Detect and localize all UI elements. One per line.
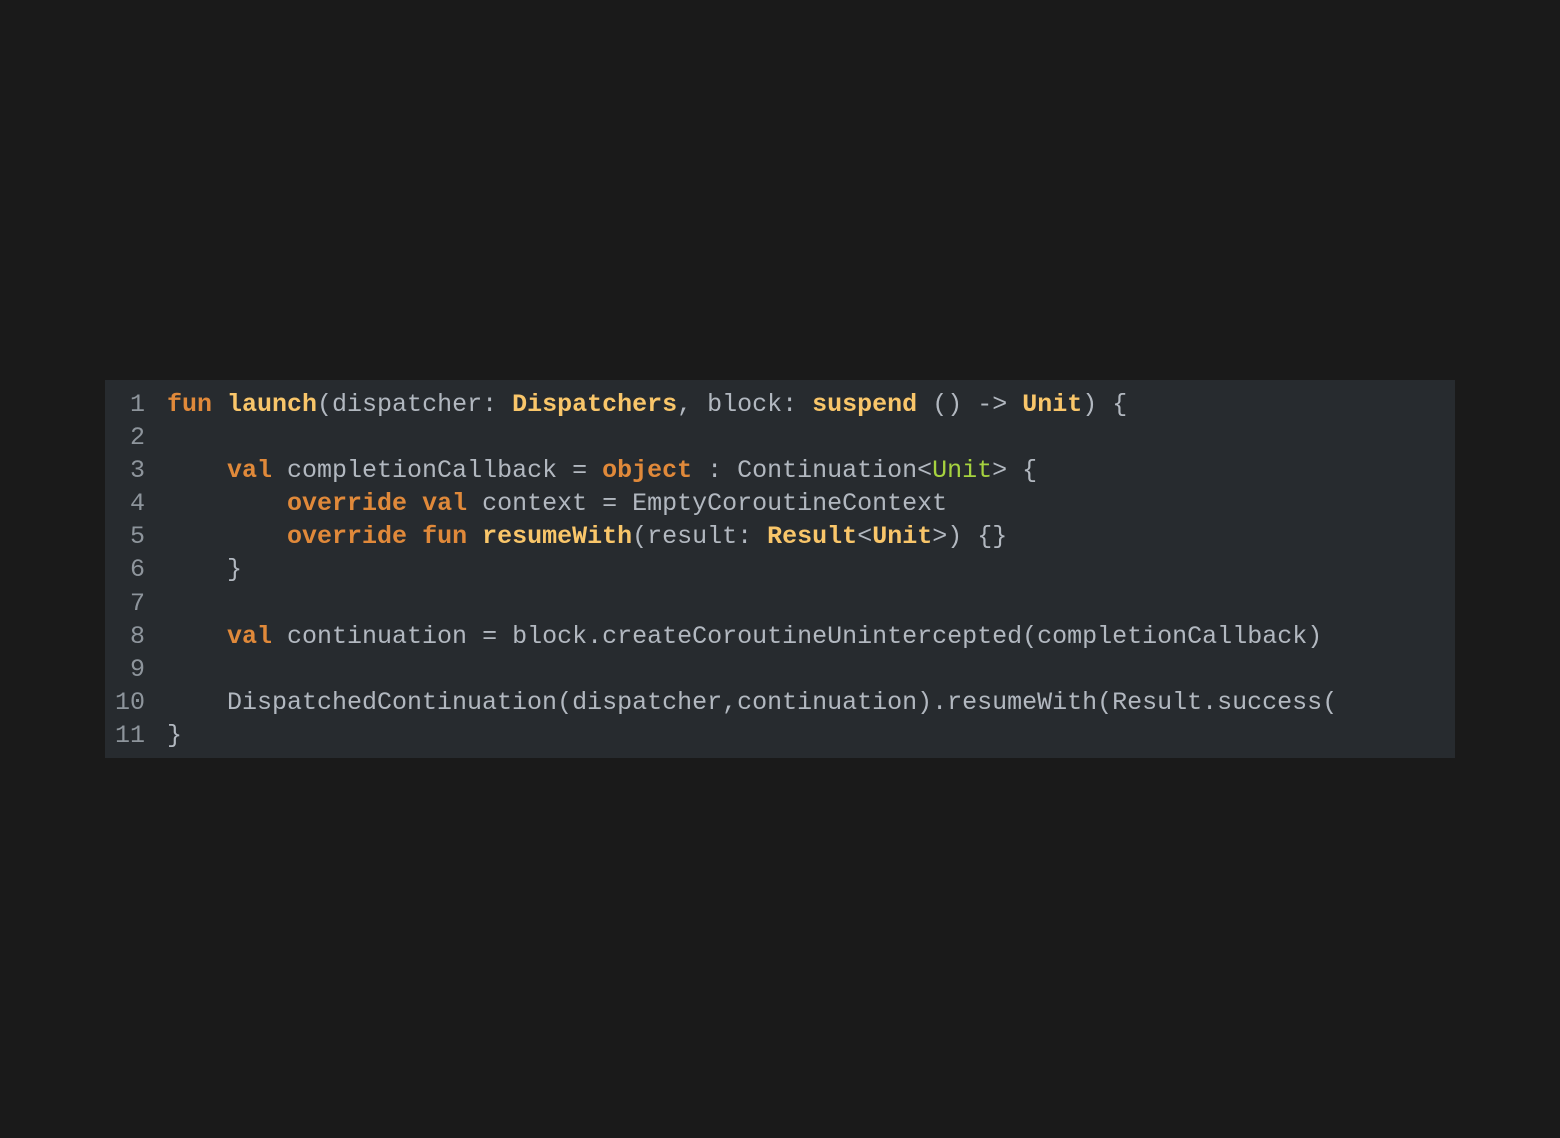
type-token: suspend bbox=[812, 390, 918, 419]
type-token: Unit bbox=[872, 522, 933, 552]
code-text: val continuation = block.createCoroutine… bbox=[167, 620, 1322, 653]
type-token: Result bbox=[767, 522, 858, 552]
line-number: 10 bbox=[114, 687, 145, 717]
code-text: override val context = EmptyCoroutineCon… bbox=[167, 487, 947, 520]
code-token: } bbox=[167, 720, 183, 750]
code-line: 1 fun launch(dispatcher: Dispatchers, blo… bbox=[105, 388, 1455, 421]
code-line: 2 bbox=[105, 421, 1455, 454]
line-number: 5 bbox=[129, 522, 145, 552]
code-line: 9 bbox=[105, 653, 1455, 686]
line-number: 1 bbox=[129, 390, 145, 419]
line-number: 8 bbox=[129, 621, 145, 651]
code-line: 4 override val context = EmptyCoroutineC… bbox=[105, 487, 1455, 520]
code-token: ) { bbox=[1082, 390, 1128, 419]
code-text: val completionCallback = object : Contin… bbox=[167, 454, 1037, 487]
code-text: override fun resumeWith(result: Result<U… bbox=[167, 520, 1007, 553]
keyword-token: fun bbox=[422, 522, 468, 552]
line-number: 11 bbox=[114, 720, 145, 750]
line-number: 9 bbox=[129, 654, 145, 684]
line-number: 6 bbox=[129, 555, 145, 585]
code-text: fun launch(dispatcher: Dispatchers, bloc… bbox=[167, 388, 1127, 421]
code-token: : Continuation< bbox=[692, 456, 933, 486]
code-line: 3 val completionCallback = object : Cont… bbox=[105, 454, 1455, 487]
code-token: < bbox=[857, 522, 873, 552]
code-text: } bbox=[167, 553, 242, 586]
code-token: completionCallback = bbox=[272, 456, 603, 486]
code-line: 11} bbox=[105, 719, 1455, 752]
code-line: 8 val continuation = block.createCorouti… bbox=[105, 620, 1455, 653]
code-token: , block: bbox=[677, 390, 813, 419]
keyword-token: val bbox=[227, 621, 273, 651]
code-line: 7 bbox=[105, 587, 1455, 620]
code-token: () -> bbox=[917, 390, 1023, 419]
keyword-token: val bbox=[227, 456, 273, 486]
line-number: 2 bbox=[129, 423, 145, 453]
code-token: >) {} bbox=[932, 522, 1008, 552]
line-number: 7 bbox=[129, 588, 145, 618]
code-text: } bbox=[167, 719, 182, 752]
keyword-token: object bbox=[602, 456, 693, 486]
page: 1 fun launch(dispatcher: Dispatchers, blo… bbox=[0, 0, 1560, 1138]
code-token: DispatchedContinuation(dispatcher,contin… bbox=[167, 687, 1338, 717]
code-line: 10 DispatchedContinuation(dispatcher,con… bbox=[105, 686, 1455, 719]
code-token: (dispatcher: bbox=[317, 390, 513, 419]
function-name-token: resumeWith bbox=[482, 522, 633, 552]
type-argument-token: Unit bbox=[932, 456, 993, 486]
code-token: context = EmptyCoroutineContext bbox=[467, 489, 948, 519]
type-token: Unit bbox=[1022, 390, 1083, 419]
code-token: (result: bbox=[632, 522, 768, 552]
line-number: 4 bbox=[129, 489, 145, 519]
code-line: 6 } bbox=[105, 553, 1455, 586]
code-line: 5 override fun resumeWith(result: Result… bbox=[105, 520, 1455, 553]
line-number: 3 bbox=[129, 456, 145, 486]
type-token: Dispatchers bbox=[512, 390, 678, 419]
code-text: DispatchedContinuation(dispatcher,contin… bbox=[167, 686, 1337, 719]
keyword-token: override bbox=[287, 489, 408, 519]
function-name-token: launch bbox=[227, 390, 318, 419]
code-token: > { bbox=[992, 456, 1038, 486]
keyword-token: override bbox=[287, 522, 408, 552]
code-token: } bbox=[167, 555, 243, 585]
keyword-token: fun bbox=[167, 390, 213, 419]
code-block[interactable]: 1 fun launch(dispatcher: Dispatchers, blo… bbox=[105, 380, 1455, 758]
code-token: continuation = block.createCoroutineUnin… bbox=[272, 621, 1323, 651]
keyword-token: val bbox=[422, 489, 468, 519]
